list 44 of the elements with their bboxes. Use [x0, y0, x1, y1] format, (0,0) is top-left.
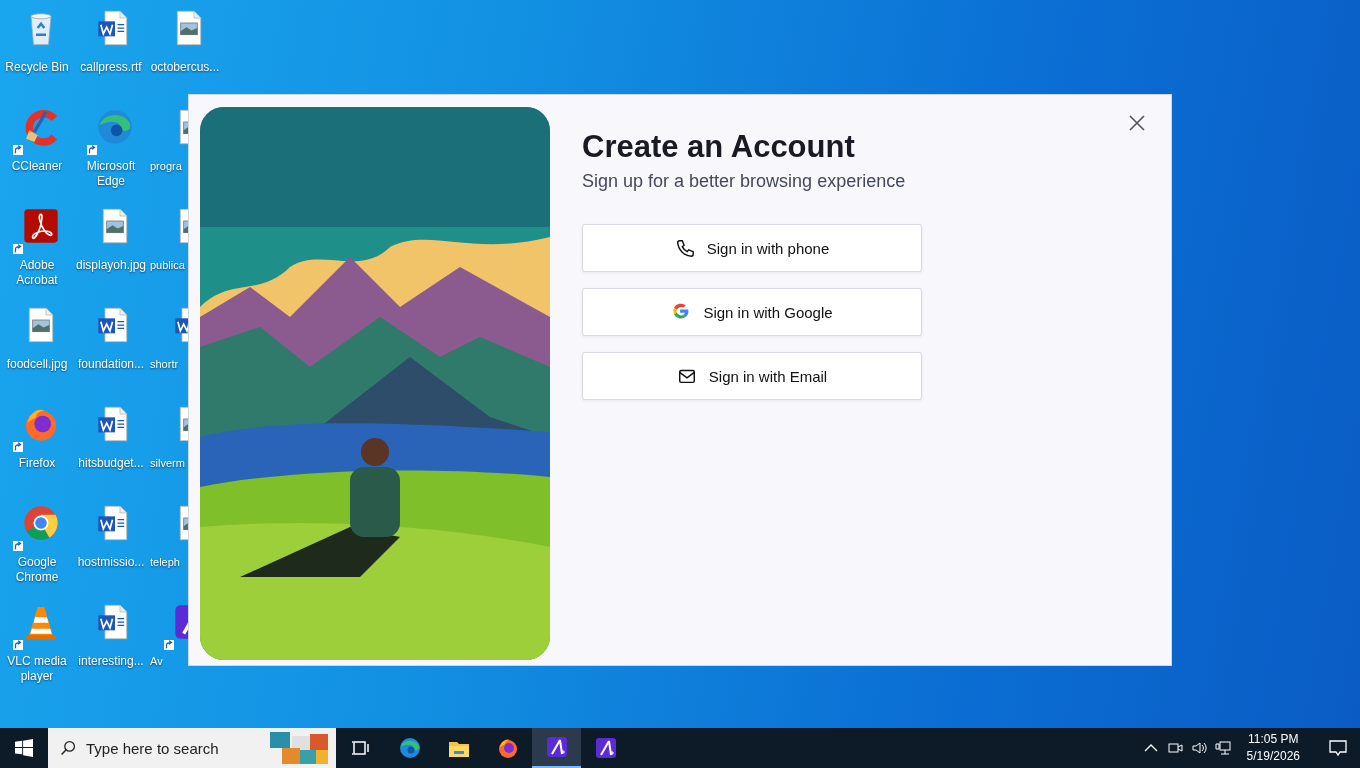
search-bar[interactable]: Type here to search: [48, 728, 336, 768]
speaker-icon[interactable]: [1190, 740, 1207, 756]
sign-in-button[interactable]: Sign in with Google: [582, 288, 922, 336]
icon-label[interactable]: publica: [150, 258, 185, 273]
clock-date[interactable]: 5/19/2026: [1246, 748, 1300, 765]
icon-label[interactable]: shortr: [150, 357, 179, 372]
icon-label[interactable]: hostmissio...: [77, 555, 145, 570]
icon-label[interactable]: CCleaner: [11, 159, 63, 174]
search-icon: [60, 739, 76, 757]
search-field[interactable]: Type here to search: [84, 738, 258, 758]
icon-label[interactable]: foundation...: [77, 357, 145, 372]
app-icon: [544, 735, 569, 759]
icon-label[interactable]: Av: [150, 654, 163, 669]
icon-label[interactable]: displayoh.jpg: [75, 258, 147, 273]
chrome-browser-icon[interactable]: [21, 503, 61, 543]
icon-label[interactable]: hitsbudget...: [78, 456, 144, 471]
windows-logo-icon[interactable]: [15, 739, 33, 757]
camera-icon[interactable]: [1166, 740, 1183, 756]
icon-label[interactable]: Adobe Acrobat: [1, 258, 73, 288]
sign-in-button[interactable]: Sign in with Email: [582, 352, 922, 400]
notification-icon[interactable]: [1328, 738, 1348, 758]
pdf-reader-icon[interactable]: [21, 206, 61, 246]
icon-label[interactable]: Firefox: [18, 456, 56, 471]
icon-label[interactable]: octobercus...: [150, 60, 220, 75]
dialog-title: Create an Account: [582, 129, 856, 165]
clock-time[interactable]: 11:05 PM: [1248, 731, 1299, 748]
icon-label[interactable]: foodcell.jpg: [6, 357, 68, 372]
icon-label[interactable]: interesting...: [78, 654, 144, 669]
app-icon: [593, 736, 618, 760]
icon-label[interactable]: VLC media player: [1, 654, 73, 684]
browser-swirl-icon: [397, 736, 422, 760]
icon-label[interactable]: callpress.rtf: [80, 60, 142, 75]
icon-label[interactable]: silverm: [150, 456, 185, 471]
icon-label[interactable]: Microsoft Edge: [75, 159, 147, 189]
browser-swirl-icon[interactable]: [95, 107, 135, 147]
sign-in-button[interactable]: Sign in with phone: [582, 224, 922, 272]
icon-label[interactable]: teleph: [150, 555, 180, 570]
icon-label[interactable]: Recycle Bin: [5, 60, 69, 75]
network-icon[interactable]: [1214, 740, 1231, 756]
taskbar-app-button[interactable]: [532, 728, 581, 768]
icon-label[interactable]: Google Chrome: [1, 555, 73, 585]
phone-icon: [674, 238, 695, 258]
dialog-subtitle: Sign up for a better browsing experience: [582, 171, 907, 192]
icon-label[interactable]: progra: [150, 159, 182, 174]
